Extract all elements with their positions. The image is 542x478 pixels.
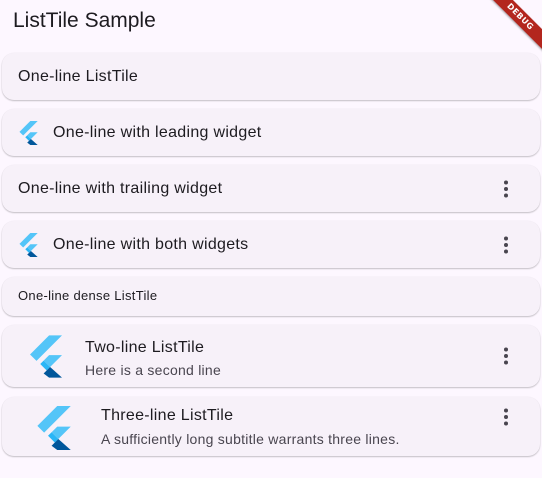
list-tile-title: One-line ListTile [18, 68, 139, 85]
list-tile-dense[interactable]: One-line dense ListTile [2, 277, 540, 316]
list-tile-title: One-line with trailing widget [18, 180, 223, 197]
list-tile-trailing[interactable]: One-line with trailing widget [2, 165, 540, 212]
app-bar-title: ListTile Sample [13, 9, 156, 32]
flutter-logo-icon [28, 335, 62, 378]
list-tile-both[interactable]: One-line with both widgets [2, 221, 540, 268]
app-bar: ListTile Sample [0, 0, 542, 44]
more-vert-icon[interactable] [494, 233, 518, 257]
list-tile-subtitle: Here is a second line [85, 362, 221, 378]
flutter-logo-icon [18, 233, 38, 257]
flutter-logo-icon [18, 121, 38, 145]
list-tile-title: One-line with both widgets [53, 236, 249, 253]
list-tile-subtitle: A sufficiently long subtitle warrants th… [101, 431, 400, 447]
flutter-logo-icon [35, 406, 71, 450]
list-tile-leading[interactable]: One-line with leading widget [2, 109, 540, 156]
list-tile-three-line[interactable]: Three-line ListTile A sufficiently long … [2, 397, 540, 456]
list-tile-title: Three-line ListTile [101, 407, 234, 424]
more-vert-icon[interactable] [494, 405, 518, 429]
more-vert-icon[interactable] [494, 344, 518, 368]
list-tile-title: Two-line ListTile [85, 339, 205, 356]
more-vert-icon[interactable] [494, 177, 518, 201]
list-tile-title: One-line with leading widget [53, 124, 262, 141]
list-tile-two-line[interactable]: Two-line ListTile Here is a second line [2, 325, 540, 387]
list-tile-title: One-line dense ListTile [18, 288, 158, 303]
list-tile-one-line[interactable]: One-line ListTile [2, 53, 540, 100]
